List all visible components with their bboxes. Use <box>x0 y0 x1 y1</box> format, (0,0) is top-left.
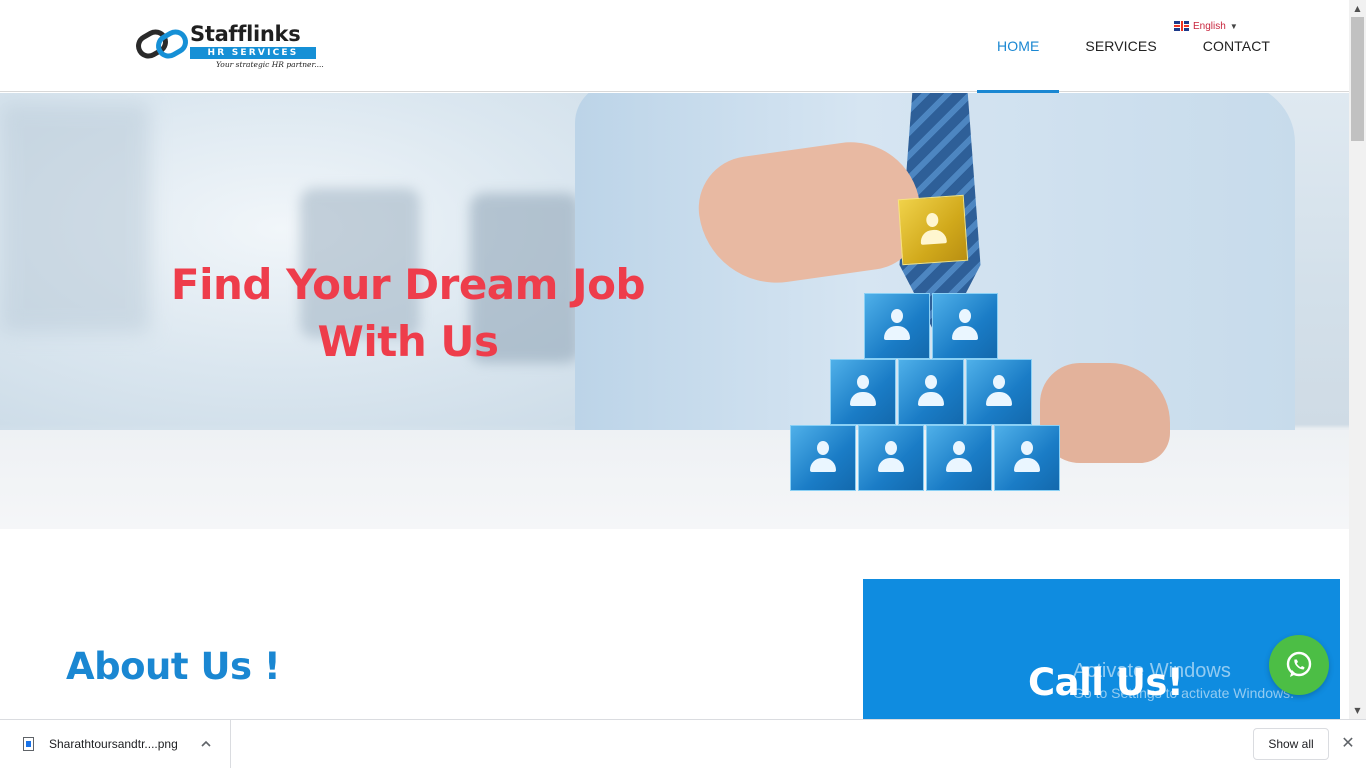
person-cube-icon <box>966 359 1032 425</box>
person-cube-icon <box>830 359 896 425</box>
main-nav: HOME SERVICES CONTACT <box>977 0 1290 93</box>
site-header: Stafflinks HR SERVICES Your strategic HR… <box>0 0 1349 93</box>
about-us-heading: About Us ! <box>66 645 281 688</box>
show-all-button[interactable]: Show all <box>1253 728 1329 760</box>
windows-activation-watermark-title: Activate Windows <box>1073 660 1231 682</box>
person-cube-icon <box>864 293 930 359</box>
web-page: Stafflinks HR SERVICES Your strategic HR… <box>0 0 1349 719</box>
nav-services[interactable]: SERVICES <box>1059 0 1179 92</box>
hero-banner: Find Your Dream Job With Us <box>0 93 1349 529</box>
person-cube-icon <box>898 359 964 425</box>
scroll-up-arrow-icon[interactable]: ▲ <box>1349 0 1366 17</box>
close-icon[interactable]: ✕ <box>1339 733 1357 753</box>
person-cube-icon <box>926 425 992 491</box>
logo[interactable]: Stafflinks HR SERVICES Your strategic HR… <box>132 18 328 76</box>
hero-title-line1: Find Your Dream Job <box>170 260 646 309</box>
logo-tagline: Your strategic HR partner.... <box>216 60 324 69</box>
person-cube-icon <box>858 425 924 491</box>
download-file-name: Sharathtoursandtr....png <box>49 737 178 751</box>
hero-title-line2: With Us <box>317 317 499 366</box>
nav-home[interactable]: HOME <box>977 0 1060 93</box>
scroll-thumb[interactable] <box>1351 17 1364 141</box>
person-cube-icon <box>994 425 1060 491</box>
windows-activation-watermark-subtitle: Go to Settings to activate Windows. <box>1073 685 1294 701</box>
nav-contact[interactable]: CONTACT <box>1180 0 1290 92</box>
page-scrollbar[interactable]: ▲ ▼ <box>1349 0 1366 719</box>
hero-title: Find Your Dream Job With Us <box>160 256 656 370</box>
person-cube-icon <box>932 293 998 359</box>
background-plant <box>0 103 150 333</box>
logo-name: Stafflinks <box>190 22 301 46</box>
download-shelf: Sharathtoursandtr....png Show all ✕ <box>0 719 1366 768</box>
file-icon <box>23 737 34 751</box>
chevron-up-icon[interactable] <box>200 738 212 750</box>
logo-band: HR SERVICES <box>190 47 316 59</box>
person-cube-icon <box>790 425 856 491</box>
whatsapp-button[interactable] <box>1269 635 1329 695</box>
gold-person-cube-icon <box>897 194 969 266</box>
chain-link-logo-icon <box>136 29 188 59</box>
download-item[interactable]: Sharathtoursandtr....png <box>0 720 231 768</box>
whatsapp-icon <box>1286 651 1312 677</box>
scroll-down-arrow-icon[interactable]: ▼ <box>1349 702 1366 719</box>
